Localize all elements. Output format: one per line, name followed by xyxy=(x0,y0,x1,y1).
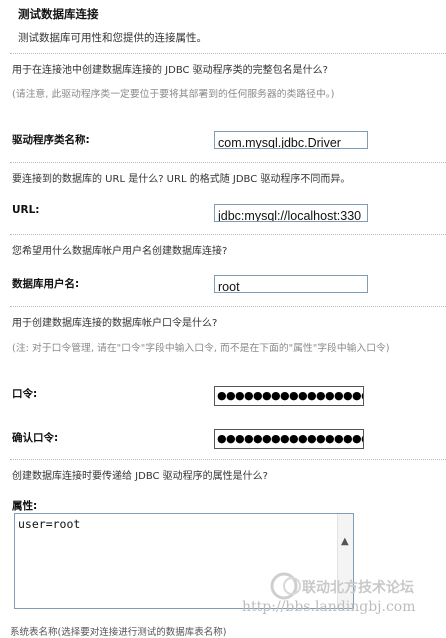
driver-label: 驱动程序类名称: xyxy=(12,134,90,146)
properties-label: 属性: xyxy=(12,500,38,512)
cut-off-question: 系统表名称(选择要对连接进行测试的数据库表名称) xyxy=(10,627,227,638)
divider xyxy=(10,306,446,307)
username-input[interactable] xyxy=(215,279,367,292)
driver-class-field[interactable] xyxy=(214,131,368,149)
driver-note: (请注意, 此驱动程序类一定要位于要将其部署到的任何服务器的类路径中。) xyxy=(12,89,335,100)
url-field[interactable] xyxy=(214,204,368,222)
watermark: 联动北方技术论坛 http://bbs.landingbj.com xyxy=(242,571,442,625)
watermark-url: http://bbs.landingbj.com xyxy=(242,599,416,615)
properties-text: user=root xyxy=(18,517,81,531)
divider xyxy=(10,459,446,460)
chevron-up-icon[interactable]: ▲ xyxy=(341,536,349,547)
watermark-title: 联动北方技术论坛 xyxy=(302,580,414,596)
properties-question: 创建数据库连接时要传递给 JDBC 驱动程序的属性是什么? xyxy=(12,471,268,482)
divider xyxy=(10,162,446,163)
url-question: 要连接到的数据库的 URL 是什么? URL 的格式随 JDBC 驱动程序不同而… xyxy=(12,174,351,185)
password-field[interactable]: ●●●●●●●●●●●●●●●●●●● xyxy=(214,386,364,406)
driver-class-input[interactable] xyxy=(215,135,367,148)
url-label: URL: xyxy=(12,204,40,216)
confirm-password-field[interactable]: ●●●●●●●●●●●●●●●●●●● xyxy=(214,429,364,449)
confirm-password-label: 确认口令: xyxy=(12,432,59,444)
header-title: 测试数据库连接 xyxy=(18,7,99,21)
header-subtitle: 测试数据库可用性和您提供的连接属性。 xyxy=(18,32,207,44)
password-label: 口令: xyxy=(12,388,38,400)
username-question: 您希望用什么数据库帐户用户名创建数据库连接? xyxy=(12,246,228,257)
username-field[interactable] xyxy=(214,275,368,293)
divider xyxy=(10,234,446,235)
url-input[interactable] xyxy=(215,208,367,221)
driver-question: 用于在连接池中创建数据库连接的 JDBC 驱动程序类的完整包名是什么? xyxy=(12,65,328,76)
divider xyxy=(10,53,446,54)
username-label: 数据库用户名: xyxy=(12,278,80,290)
password-note: (注: 对于口令管理, 请在"口令"字段中输入口令, 而不是在下面的"属性"字段… xyxy=(12,343,390,354)
password-question: 用于创建数据库连接的数据库帐户口令是什么? xyxy=(12,318,218,329)
